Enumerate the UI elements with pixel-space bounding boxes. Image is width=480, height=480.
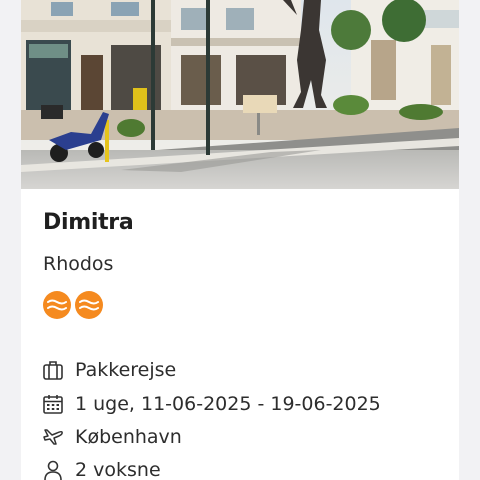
travellers-label: 2 voksne [75,459,161,480]
suitcase-icon [41,358,65,382]
offer-card[interactable]: Dimitra Rhodos Pakkerejse 1 uge, 11-06-2… [21,0,459,480]
wave-icon [75,291,103,319]
departure-row: København [41,423,182,451]
calendar-icon [41,392,65,416]
hotel-photo-image [21,0,459,189]
dates-row: 1 uge, 11-06-2025 - 19-06-2025 [41,390,381,418]
wave-icon [43,291,71,319]
rating [43,291,103,319]
destination: Rhodos [43,253,114,275]
departure-label: København [75,426,182,448]
hotel-name[interactable]: Dimitra [43,210,134,235]
person-icon [41,458,65,480]
trip-type-label: Pakkerejse [75,359,177,381]
airplane-icon [41,425,65,449]
trip-type-row: Pakkerejse [41,356,176,384]
hotel-photo[interactable] [21,0,459,189]
dates-label: 1 uge, 11-06-2025 - 19-06-2025 [75,393,381,415]
travellers-row: 2 voksne [41,456,161,480]
